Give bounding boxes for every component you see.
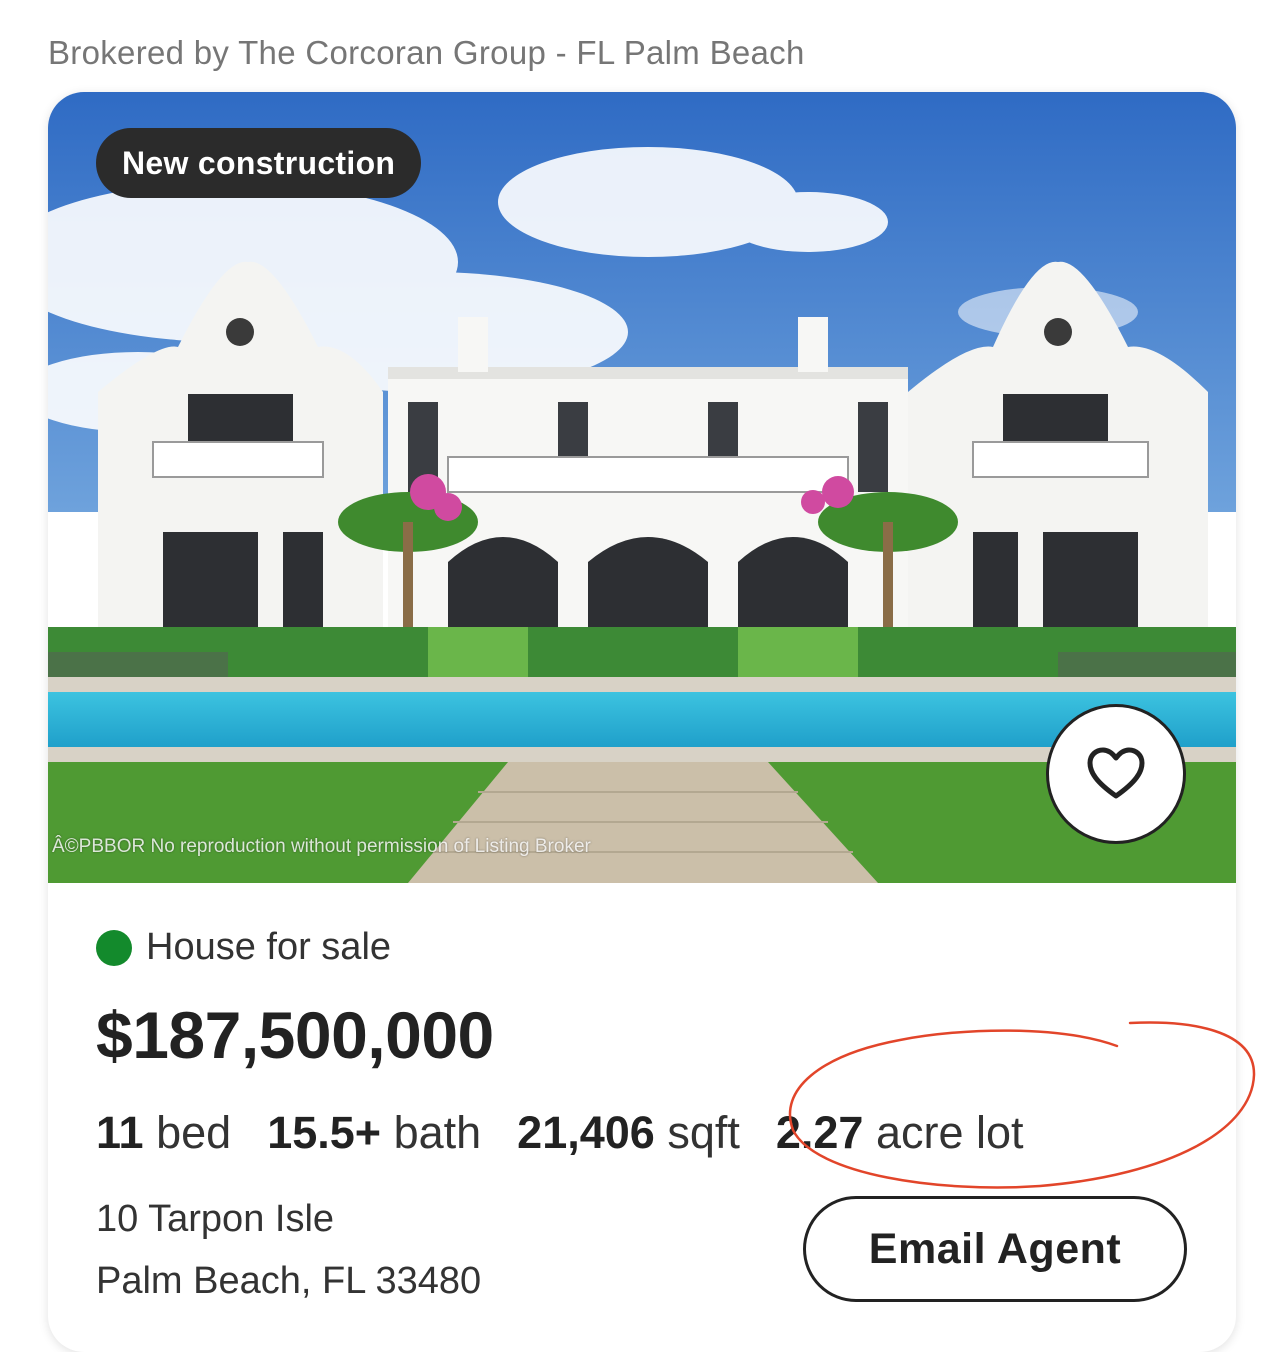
sqft-value: 21,406 <box>517 1107 655 1158</box>
address-line1: 10 Tarpon Isle <box>96 1198 335 1240</box>
new-construction-badge: New construction <box>96 128 422 198</box>
beds-unit: bed <box>156 1107 232 1158</box>
status-label: House for sale <box>146 926 392 968</box>
photo-watermark: Â©PBBOR No reproduction without permissi… <box>52 836 591 857</box>
lot-value: 2.27 <box>775 1107 864 1158</box>
baths-unit: bath <box>393 1107 482 1158</box>
listing-price: $187,500,000 <box>96 998 494 1072</box>
favorite-button[interactable] <box>1046 704 1186 844</box>
listing-status: House for sale <box>96 926 391 969</box>
email-agent-button[interactable]: Email Agent <box>803 1196 1187 1302</box>
beds-value: 11 <box>96 1107 144 1158</box>
broker-line: Brokered by The Corcoran Group - FL Palm… <box>48 34 805 71</box>
spec-baths: 15.5+ bath <box>267 1107 481 1159</box>
listing-card[interactable]: New construction Â©PBBOR No reproduction… <box>48 92 1236 1352</box>
spec-sqft: 21,406 sqft <box>517 1107 740 1159</box>
sqft-unit: sqft <box>667 1107 740 1158</box>
listing-specs: 11 bed 15.5+ bath 21,406 sqft 2.27 acre … <box>96 1107 1060 1159</box>
status-dot <box>96 929 132 966</box>
baths-value: 15.5+ <box>267 1107 382 1158</box>
listing-photo[interactable]: New construction Â©PBBOR No reproduction… <box>48 92 1236 883</box>
lot-unit: acre lot <box>875 1107 1024 1158</box>
heart-icon <box>1087 747 1145 799</box>
spec-lot: 2.27 acre lot <box>776 1107 1024 1159</box>
spec-beds: 11 bed <box>96 1107 231 1159</box>
listing-address[interactable]: 10 Tarpon Isle Palm Beach, FL 33480 <box>96 1188 481 1312</box>
address-line2: Palm Beach, FL 33480 <box>96 1260 482 1302</box>
